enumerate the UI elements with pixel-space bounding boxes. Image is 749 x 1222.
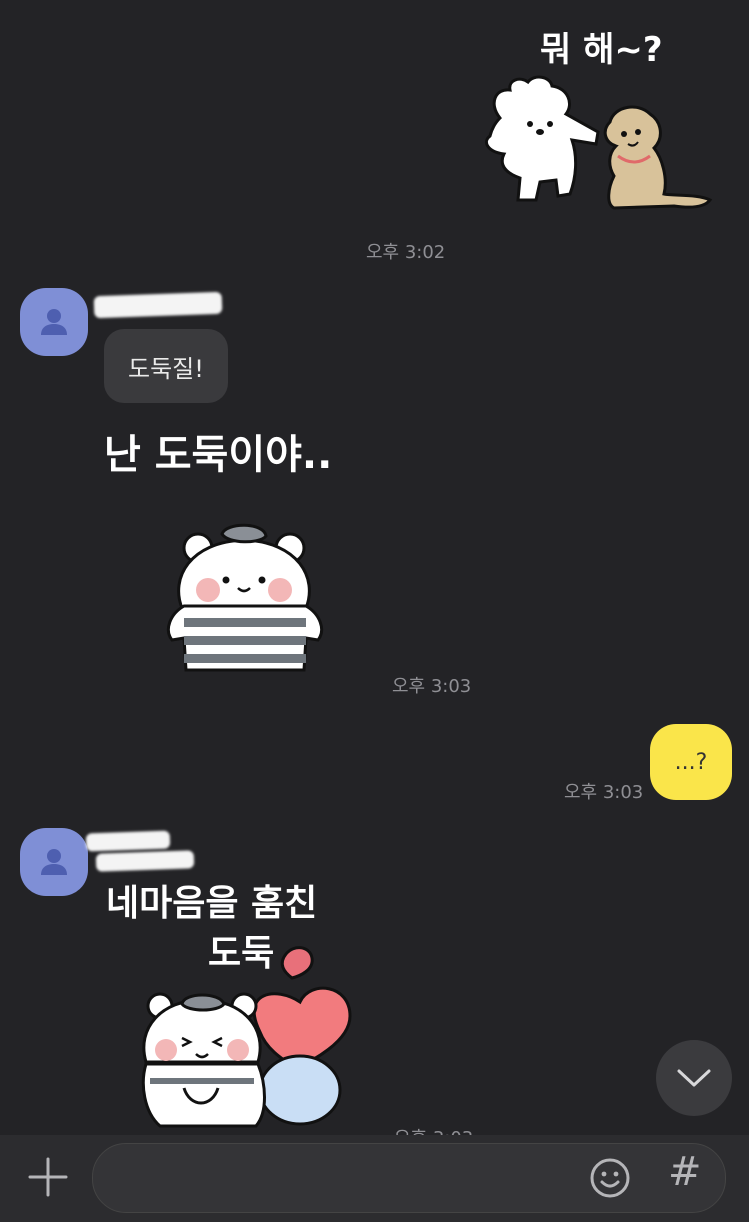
person-icon: [41, 309, 67, 335]
avatar[interactable]: [20, 828, 88, 896]
message-text: ...?: [674, 749, 708, 775]
redacted-sender-name: [85, 830, 171, 852]
received-message-bubble[interactable]: 도둑질!: [104, 329, 228, 403]
message-text: 도둑질!: [128, 354, 204, 383]
emoji-button[interactable]: [588, 1156, 632, 1200]
bear-heart-illustration: [141, 946, 352, 1128]
bear-thief-illustration: [167, 523, 323, 672]
attach-button[interactable]: [26, 1155, 70, 1199]
hash-icon: #: [668, 1149, 702, 1195]
received-sticker-heart-thief[interactable]: 네마음을 훔친 도둑: [100, 872, 400, 1135]
chevron-down-icon: [677, 1069, 711, 1087]
timestamp: 오후 3:03: [564, 782, 644, 803]
emoji-icon: [590, 1158, 630, 1198]
timestamp: 오후 3:03: [392, 676, 472, 697]
timestamp: 오후 3:02: [366, 242, 446, 263]
redacted-sender-name: [95, 850, 195, 872]
timestamp-partial: 오후 3:03: [394, 1124, 473, 1135]
dogs-illustration: [485, 75, 713, 210]
redacted-sender-name: [93, 291, 223, 319]
hashtag-search-button[interactable]: #: [668, 1152, 702, 1192]
scroll-to-bottom-button[interactable]: [656, 1040, 732, 1116]
chat-area[interactable]: 뭐 해~? 오후 3:02 도둑질! 난 도둑이야.. 오후 3:03 ...?…: [0, 0, 749, 1135]
sent-sticker-dogs[interactable]: 뭐 해~?: [478, 18, 718, 218]
received-sticker-thief[interactable]: 난 도둑이야..: [100, 418, 400, 680]
person-icon: [41, 849, 67, 875]
avatar[interactable]: [20, 288, 88, 356]
sent-message-bubble[interactable]: ...?: [650, 724, 732, 800]
plus-icon: [28, 1157, 68, 1197]
